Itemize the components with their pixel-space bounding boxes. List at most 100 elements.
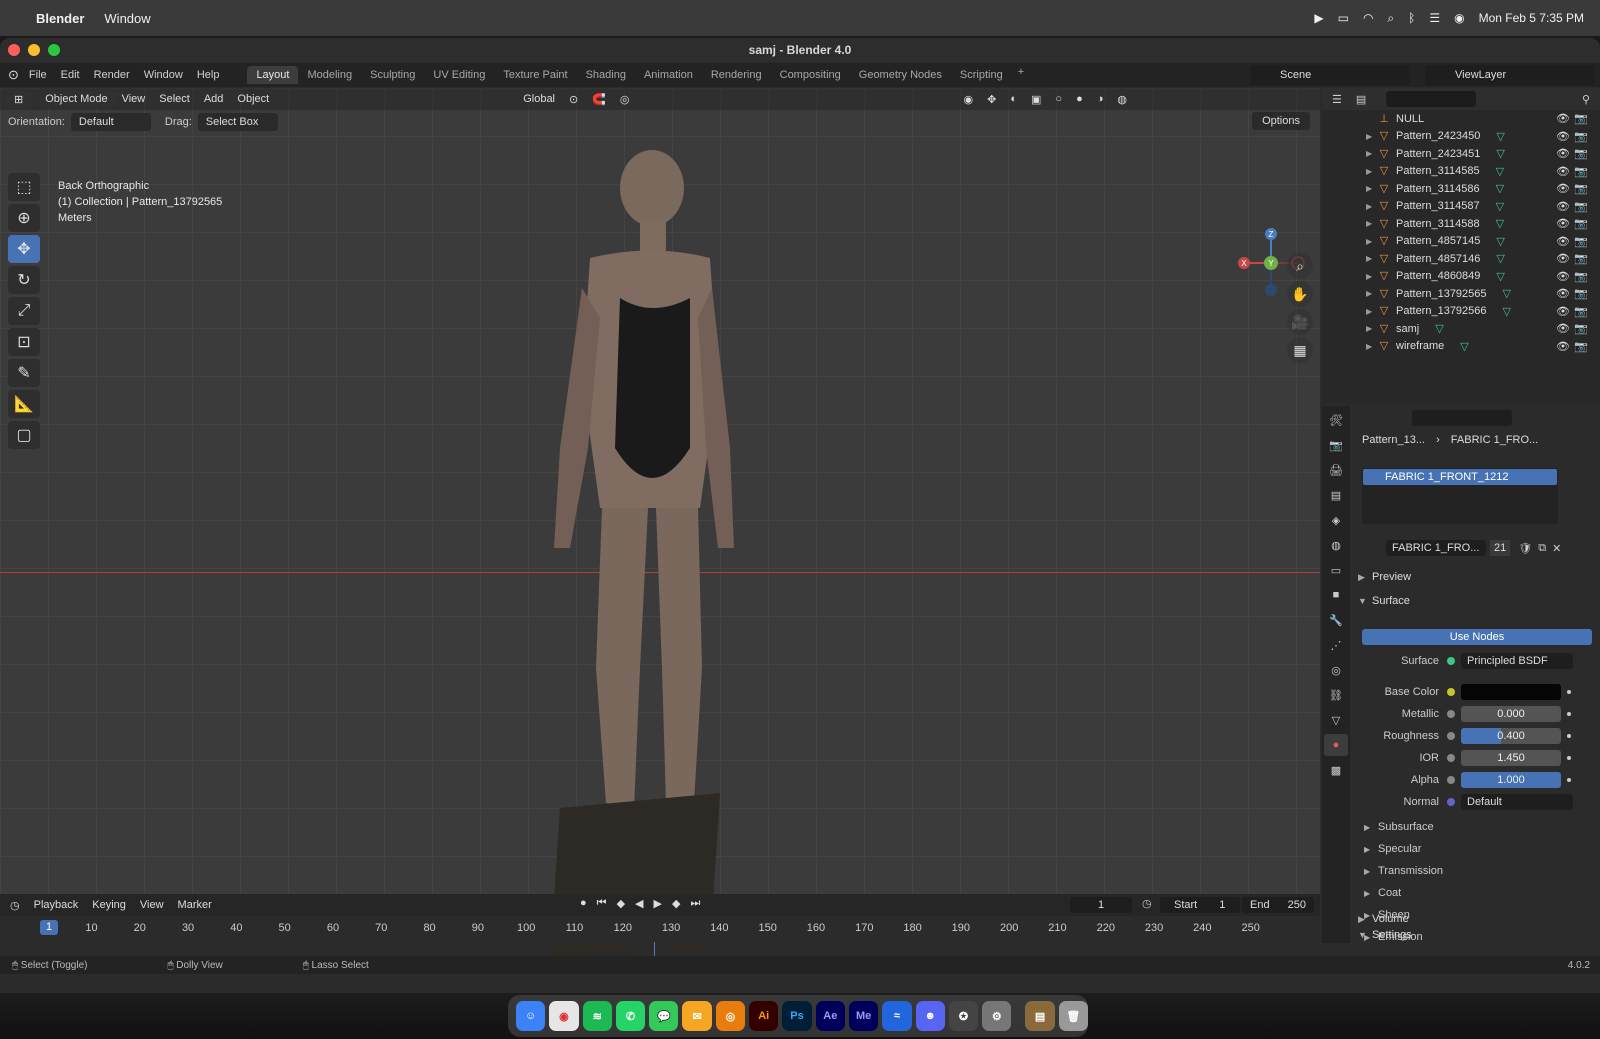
expand-arrow-icon[interactable]: ▶ bbox=[1366, 149, 1372, 158]
mesh-data-icon[interactable]: ▽ bbox=[1496, 270, 1504, 283]
eye-icon[interactable]: 👁 bbox=[1556, 112, 1570, 125]
eye-icon[interactable]: 👁 bbox=[1556, 235, 1570, 248]
eye-icon[interactable]: 👁 bbox=[1556, 200, 1570, 213]
menu-window[interactable]: Window bbox=[104, 11, 150, 26]
chrome-icon[interactable]: ◉ bbox=[549, 1001, 579, 1031]
eye-icon[interactable]: 👁 bbox=[1556, 322, 1570, 335]
camera-icon[interactable]: 📷 bbox=[1574, 112, 1588, 125]
outliner-row[interactable]: ▶ ▽ Pattern_4860849 ▽ 👁 📷 bbox=[1322, 268, 1600, 286]
3d-viewport[interactable]: ⊞ Object Mode View Select Add Object Glo… bbox=[0, 88, 1320, 973]
material-slot-item[interactable]: FABRIC 1_FRONT_1212 bbox=[1363, 469, 1557, 485]
properties-search-input[interactable] bbox=[1412, 410, 1512, 426]
object-tab-icon[interactable]: ■ bbox=[1324, 584, 1348, 606]
menu-edit[interactable]: Edit bbox=[61, 69, 80, 81]
outliner-row[interactable]: ▶ ▽ wireframe ▽ 👁 📷 bbox=[1322, 338, 1600, 356]
transform-tool-icon[interactable]: ⊡ bbox=[8, 328, 40, 356]
expand-arrow-icon[interactable]: ▶ bbox=[1366, 324, 1372, 333]
control-center-icon[interactable]: ☰ bbox=[1429, 11, 1440, 25]
pan-hand-icon[interactable]: ✋ bbox=[1287, 281, 1313, 307]
timeline-ruler[interactable]: 1 10 20 30 40 50 60 70 80 90 100 110 120 130 140 150 16… bbox=[0, 916, 1320, 942]
tab-compositing[interactable]: Compositing bbox=[771, 66, 850, 84]
camera-icon[interactable]: 📷 bbox=[1574, 287, 1588, 300]
drag-dropdown[interactable]: Select Box bbox=[197, 113, 278, 131]
camera-icon[interactable]: 📷 bbox=[1574, 270, 1588, 283]
subpanel-header[interactable]: ▶ Transmission bbox=[1364, 860, 1443, 882]
subpanel-header[interactable]: ▶ Specular bbox=[1364, 838, 1421, 860]
normal-field[interactable]: Default bbox=[1461, 794, 1573, 810]
battery-icon[interactable]: ▭ bbox=[1338, 11, 1349, 25]
discord-icon[interactable]: ☻ bbox=[915, 1001, 945, 1031]
mesh-data-icon[interactable]: ▽ bbox=[1460, 340, 1468, 353]
tab-geometry-nodes[interactable]: Geometry Nodes bbox=[850, 66, 951, 84]
display-mode-icon[interactable]: ▤ bbox=[1356, 93, 1366, 106]
tab-uv-editing[interactable]: UV Editing bbox=[424, 66, 494, 84]
surface-panel-header[interactable]: ▼ Surface bbox=[1358, 590, 1594, 612]
expand-arrow-icon[interactable]: ▶ bbox=[1366, 342, 1372, 351]
eye-icon[interactable]: 👁 bbox=[1556, 305, 1570, 318]
tab-texture-paint[interactable]: Texture Paint bbox=[494, 66, 576, 84]
expand-arrow-icon[interactable]: ▶ bbox=[1366, 132, 1372, 141]
app-store-icon[interactable]: ✪ bbox=[948, 1001, 979, 1031]
camera-icon[interactable]: 📷 bbox=[1574, 217, 1588, 230]
tab-layout[interactable]: Layout bbox=[247, 66, 299, 84]
rendered-shading-icon[interactable]: ◍ bbox=[1117, 93, 1127, 106]
eye-icon[interactable]: 👁 bbox=[1556, 287, 1570, 300]
mail-icon[interactable]: ✉ bbox=[682, 1001, 712, 1031]
editor-type-icon[interactable]: ⊞ bbox=[6, 90, 32, 108]
outliner-row[interactable]: ⊥ NULL 👁 📷 bbox=[1322, 110, 1600, 128]
solid-shading-icon[interactable]: ● bbox=[1076, 93, 1083, 105]
material-shading-icon[interactable]: ◑ bbox=[1097, 93, 1104, 105]
use-nodes-button[interactable]: Use Nodes bbox=[1362, 629, 1592, 645]
photoshop-icon[interactable]: Ps bbox=[782, 1001, 812, 1031]
menu-file[interactable]: File bbox=[29, 69, 47, 81]
keyframe-dot-icon[interactable] bbox=[1567, 734, 1571, 738]
eye-icon[interactable]: 👁 bbox=[1556, 252, 1570, 265]
mesh-data-icon[interactable]: ▽ bbox=[1496, 235, 1504, 248]
options-dropdown[interactable]: Options bbox=[1252, 112, 1310, 130]
keyframe-dot-icon[interactable] bbox=[1567, 756, 1571, 760]
view-layer-tab-icon[interactable]: ▤ bbox=[1324, 484, 1348, 506]
camera-icon[interactable]: 📷 bbox=[1574, 182, 1588, 195]
settings-panel-header[interactable]: ▼ Settings bbox=[1358, 926, 1594, 943]
siri-icon[interactable]: ◉ bbox=[1454, 11, 1464, 25]
ior-field[interactable]: 1.450 bbox=[1461, 750, 1561, 766]
eye-icon[interactable]: 👁 bbox=[1556, 165, 1570, 178]
gizmo-toggle-icon[interactable]: ✥ bbox=[987, 93, 996, 106]
menu-window[interactable]: Window bbox=[144, 69, 183, 81]
camera-icon[interactable]: 📷 bbox=[1574, 147, 1588, 160]
viewport-menu-select[interactable]: Select bbox=[159, 93, 190, 105]
tab-scripting[interactable]: Scripting bbox=[951, 66, 1012, 84]
tab-modeling[interactable]: Modeling bbox=[298, 66, 361, 84]
tab-sculpting[interactable]: Sculpting bbox=[361, 66, 424, 84]
data-tab-icon[interactable]: ▽ bbox=[1324, 709, 1348, 731]
outliner-editor-icon[interactable]: ☰ bbox=[1332, 93, 1342, 106]
eye-icon[interactable]: 👁 bbox=[1556, 217, 1570, 230]
scene-tab-icon[interactable]: ◈ bbox=[1324, 509, 1348, 531]
mesh-data-icon[interactable]: ▽ bbox=[1496, 217, 1504, 230]
subpanel-header[interactable]: ▶ Subsurface bbox=[1364, 816, 1434, 838]
duplicate-material-icon[interactable]: ⧉ bbox=[1538, 542, 1546, 555]
eye-icon[interactable]: 👁 bbox=[1556, 340, 1570, 353]
particles-tab-icon[interactable]: ⋰ bbox=[1324, 634, 1348, 656]
material-tab-icon[interactable]: ● bbox=[1324, 734, 1348, 756]
move-tool-icon[interactable]: ✥ bbox=[8, 235, 40, 263]
constraints-tab-icon[interactable]: ⛓ bbox=[1324, 684, 1348, 706]
blender-logo-icon[interactable]: ⊙ bbox=[8, 67, 19, 83]
preview-range-icon[interactable]: ◷ bbox=[1142, 897, 1152, 910]
tab-rendering[interactable]: Rendering bbox=[702, 66, 771, 84]
play-status-icon[interactable]: ▶ bbox=[1314, 11, 1323, 25]
menu-render[interactable]: Render bbox=[94, 69, 130, 81]
after-effects-icon[interactable]: Ae bbox=[815, 1001, 845, 1031]
measure-tool-icon[interactable]: 📐 bbox=[8, 390, 40, 418]
roughness-slider[interactable]: 0.400 bbox=[1461, 728, 1561, 744]
physics-tab-icon[interactable]: ◎ bbox=[1324, 659, 1348, 681]
play-reverse-icon[interactable]: ◀ bbox=[635, 897, 643, 910]
eye-icon[interactable]: 👁 bbox=[1556, 130, 1570, 143]
playback-menu[interactable]: Playback bbox=[34, 899, 79, 911]
render-tab-icon[interactable]: 📷 bbox=[1324, 434, 1348, 456]
spotify-icon[interactable]: ≋ bbox=[582, 1001, 612, 1031]
marker-menu[interactable]: Marker bbox=[178, 899, 212, 911]
outliner-row[interactable]: ▶ ▽ Pattern_3114588 ▽ 👁 📷 bbox=[1322, 215, 1600, 233]
keyframe-dot-icon[interactable] bbox=[1567, 712, 1571, 716]
audio-app-icon[interactable]: ≈ bbox=[882, 1001, 912, 1031]
